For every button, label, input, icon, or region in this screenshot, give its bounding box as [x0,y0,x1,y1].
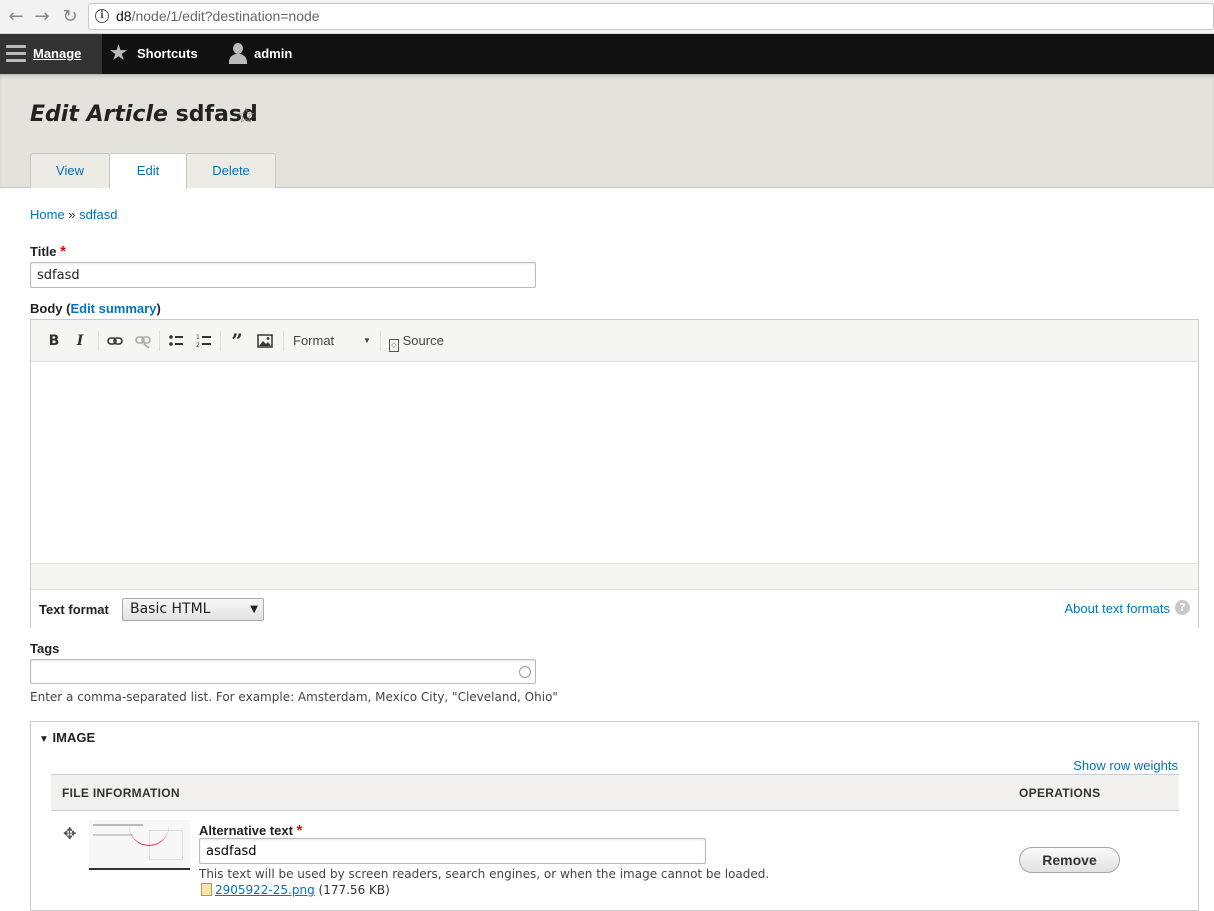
drag-handle-icon[interactable]: ✥ [63,824,76,843]
text-format-label: Text format [39,602,109,617]
text-format-wrapper: Text format Basic HTML ▼ About text form… [31,589,1198,628]
image-fieldset: ▼ IMAGE Show row weights FILE INFORMATIO… [30,721,1199,911]
title-label: Title * [30,243,66,260]
blockquote-icon[interactable]: ” [227,330,247,352]
tags-input[interactable] [30,659,536,684]
hamburger-icon [6,45,26,63]
bulleted-list-icon[interactable] [166,330,186,352]
bold-button[interactable]: B [45,330,63,352]
source-button[interactable]: ◇ Source [389,330,453,352]
alt-text-description: This text will be used by screen readers… [199,867,770,881]
admin-toolbar: Manage ★ Shortcuts admin [0,34,1214,74]
tags-label: Tags [30,641,60,656]
body-editor: B I 12 ” Format ▼ ◇ Source Text format B… [30,319,1199,628]
tab-view[interactable]: View [30,153,110,188]
alt-text-label: Alternative text * [199,822,303,839]
triangle-down-icon: ▼ [39,734,49,745]
title-input[interactable] [30,262,536,288]
required-marker: * [60,243,66,260]
back-icon[interactable]: ← [6,7,26,27]
editor-content-area[interactable] [31,363,1198,563]
info-icon[interactable]: i [95,9,109,23]
chevron-down-icon: ▼ [250,604,258,615]
shortcut-star-icon[interactable]: ☆ [236,104,256,129]
tab-delete[interactable]: Delete [186,153,276,188]
user-tray-toggle[interactable]: admin [226,34,316,74]
page-title: Edit Article sdfasd [30,102,258,127]
shortcuts-tray-toggle[interactable]: ★ Shortcuts [108,34,218,74]
numbered-list-icon[interactable]: 12 [194,330,214,352]
shortcuts-label: Shortcuts [137,46,198,61]
editor-toolbar: B I 12 ” Format ▼ ◇ Source [31,320,1198,362]
browser-bar: ← → ↻ i d8/node/1/edit?destination=node [0,0,1214,34]
file-icon [201,883,212,896]
svg-text:2: 2 [196,342,200,349]
unlink-icon[interactable] [133,330,153,352]
about-text-formats-link[interactable]: About text formats [1065,601,1171,616]
column-header-operations: OPERATIONS [1019,786,1101,800]
source-icon: ◇ [389,339,399,352]
forward-icon[interactable]: → [32,7,52,27]
alt-text-input[interactable] [199,838,706,864]
image-fieldset-toggle[interactable]: ▼ IMAGE [39,730,95,745]
autocomplete-icon [519,666,531,678]
breadcrumb: Home » sdfasd [30,207,118,222]
manage-tray-toggle[interactable]: Manage [0,34,102,74]
remove-button[interactable]: Remove [1019,847,1120,873]
address-bar[interactable]: i d8/node/1/edit?destination=node [88,3,1214,30]
help-icon[interactable]: ? [1175,600,1190,615]
editor-status-bar [31,563,1198,589]
url-text: d8/node/1/edit?destination=node [116,8,320,24]
manage-label: Manage [33,46,82,61]
reload-icon[interactable]: ↻ [60,7,80,27]
column-header-file-information: FILE INFORMATION [62,786,180,800]
image-icon[interactable] [255,330,275,352]
show-row-weights-link[interactable]: Show row weights [1073,758,1178,773]
tab-edit[interactable]: Edit [109,153,187,189]
edit-summary-link[interactable]: Edit summary [70,301,156,316]
required-marker: * [296,822,303,839]
tags-description: Enter a comma-separated list. For exampl… [30,690,558,704]
user-icon [228,43,248,65]
link-icon[interactable] [105,330,125,352]
format-dropdown[interactable]: Format ▼ [293,330,373,352]
text-format-select[interactable]: Basic HTML ▼ [122,598,264,621]
svg-text:1: 1 [196,334,200,341]
table-header: FILE INFORMATION OPERATIONS [51,774,1179,811]
chevron-down-icon: ▼ [363,336,371,345]
page-header: Edit Article sdfasd ☆ View Edit Delete [0,74,1214,189]
image-thumbnail [89,820,190,870]
star-icon: ★ [110,43,128,64]
user-label: admin [254,46,293,61]
breadcrumb-current-link[interactable]: sdfasd [79,207,117,222]
breadcrumb-home-link[interactable]: Home [30,207,65,222]
body-label: Body (Edit summary) [30,301,161,316]
italic-button[interactable]: I [71,330,89,352]
